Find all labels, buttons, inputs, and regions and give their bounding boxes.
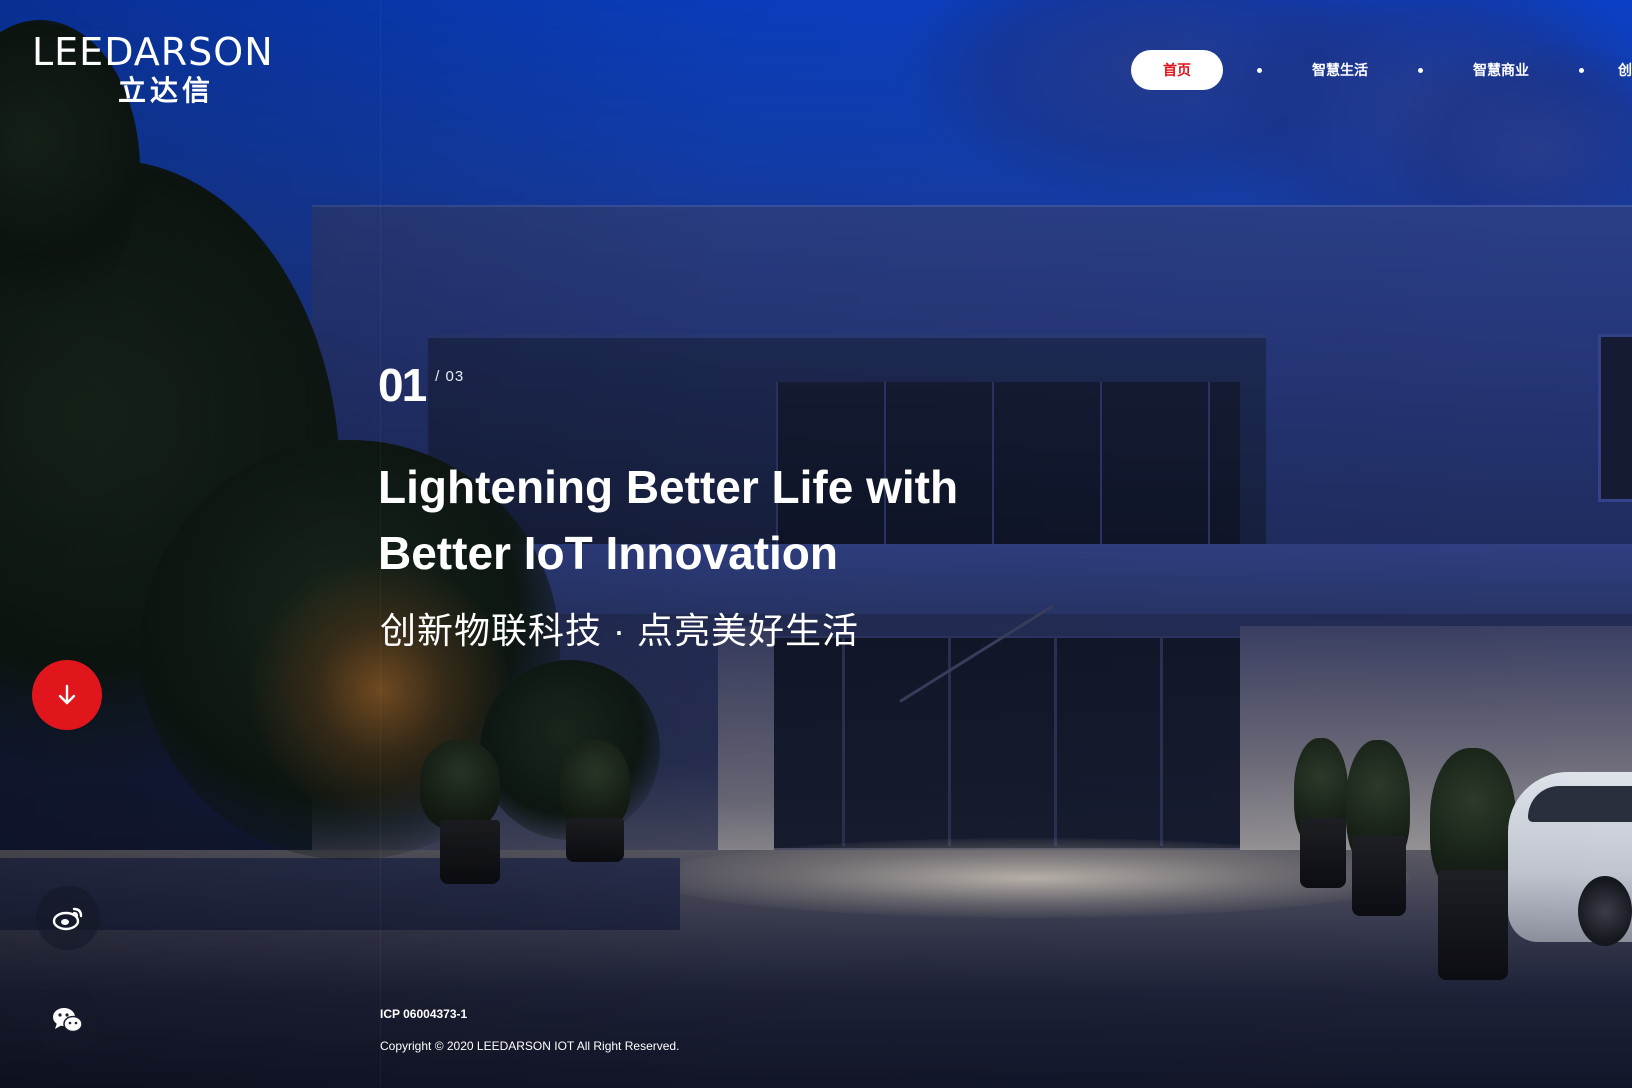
weibo-button[interactable] xyxy=(36,886,100,950)
slide-total-number: / 03 xyxy=(435,368,465,385)
nav-separator-dot xyxy=(1418,67,1423,73)
icp-license[interactable]: ICP 06004373-1 xyxy=(380,1007,467,1021)
main-nav: 首页 智慧生活 智慧商业 创 xyxy=(1131,48,1632,92)
copyright-text: Copyright © 2020 LEEDARSON IOT All Right… xyxy=(380,1039,680,1053)
hero-headline: Lightening Better Life with Better IoT I… xyxy=(378,454,1138,586)
brand-logo[interactable]: LEEDARSON 立达信 xyxy=(32,30,322,108)
nav-item-home[interactable]: 首页 xyxy=(1131,50,1223,90)
slide-current-number: 01 xyxy=(378,359,427,411)
nav-item-smart-business[interactable]: 智慧商业 xyxy=(1457,50,1545,90)
nav-separator-dot xyxy=(1579,67,1584,73)
nav-separator-dot xyxy=(1257,67,1262,73)
nav-item-smart-life[interactable]: 智慧生活 xyxy=(1296,50,1384,90)
hero-background: LEEDARSON 立达信 首页 智慧生活 智慧商业 创 01 / 03 Lig… xyxy=(0,0,1632,1088)
hero-subheadline: 创新物联科技 · 点亮美好生活 xyxy=(380,610,859,651)
wechat-button[interactable] xyxy=(36,988,100,1052)
wechat-icon xyxy=(53,1008,83,1033)
hero-headline-line1: Lightening Better Life with xyxy=(378,461,959,513)
hero-headline-line2: Better IoT Innovation xyxy=(378,527,838,579)
weibo-icon xyxy=(52,907,83,931)
brand-logo-cn: 立达信 xyxy=(118,74,215,107)
scroll-down-button[interactable] xyxy=(32,660,102,730)
slide-counter: 01 / 03 xyxy=(378,362,464,408)
brand-logo-en: LEEDARSON xyxy=(32,30,274,74)
arrow-down-icon xyxy=(58,684,76,705)
nav-item-truncated[interactable]: 创 xyxy=(1618,50,1632,90)
